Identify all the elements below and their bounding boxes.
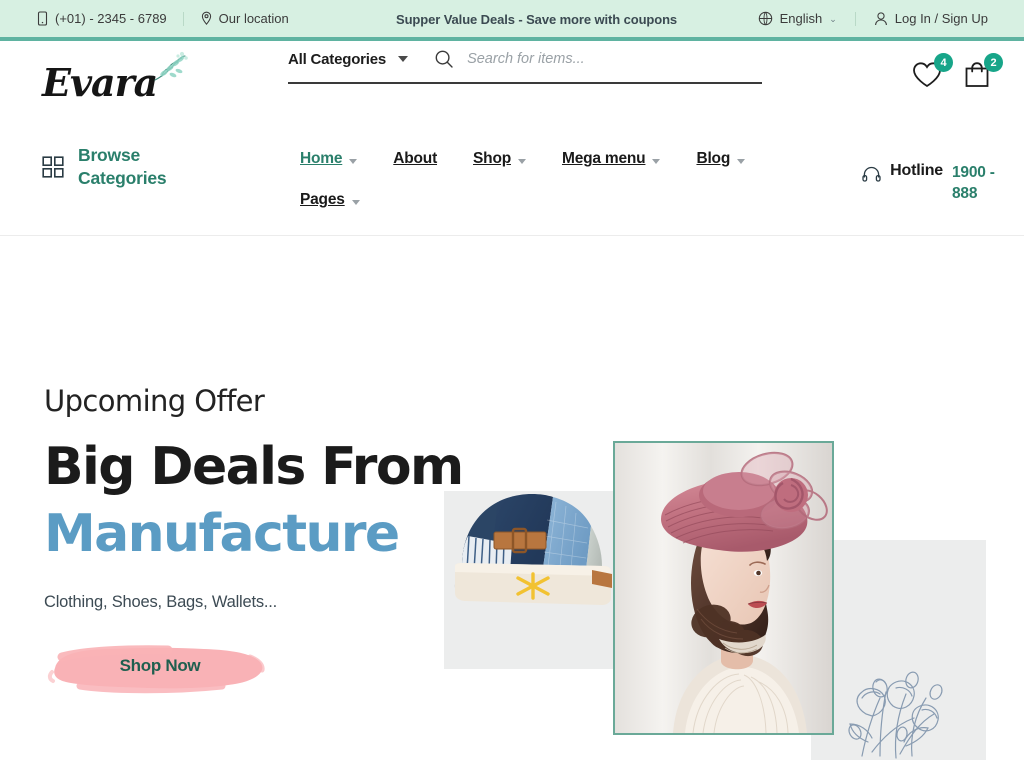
- hero-title-line-1: Big Deals From: [44, 437, 464, 497]
- hero-kicker: Upcoming Offer: [44, 384, 265, 418]
- mobile-icon: [36, 11, 49, 26]
- hero-title-line-2: Manufacture: [44, 503, 400, 564]
- nav-item-home[interactable]: Home: [282, 150, 375, 168]
- nav-item-shop-label: Shop: [473, 150, 511, 167]
- header-action-icons: 4 2: [912, 53, 1003, 94]
- nav-item-about-label: About: [393, 150, 438, 167]
- hero-subtitle: Clothing, Shoes, Bags, Wallets...: [44, 592, 278, 611]
- browse-categories-button[interactable]: Browse Categories: [42, 144, 170, 190]
- hotline-number: 1900 - 888: [952, 164, 995, 203]
- shop-now-button[interactable]: Shop Now: [44, 638, 274, 694]
- shop-now-label: Shop Now: [119, 655, 201, 675]
- logo-link[interactable]: Evara: [42, 49, 191, 102]
- nav-item-blog[interactable]: Blog: [678, 150, 763, 168]
- hero-banner: Upcoming Offer Big Deals From Manufactur…: [0, 236, 1024, 768]
- floral-hat-panel: [811, 540, 986, 760]
- nav-item-pages-label: Pages: [300, 191, 345, 208]
- hero-copy: Upcoming Offer Big Deals From Manufactur…: [44, 384, 464, 694]
- location-label: Our location: [218, 11, 289, 26]
- nav-item-mega-menu-label: Mega menu: [561, 150, 646, 167]
- globe-icon: [758, 11, 773, 26]
- leaf-branch-icon: [151, 49, 191, 94]
- caret-down-icon: [398, 56, 409, 62]
- nav-item-shop[interactable]: Shop: [455, 150, 544, 168]
- nav-item-blog-label: Blog: [696, 150, 731, 167]
- woman-hat-illustration: [615, 443, 832, 733]
- main-nav-row: Browse Categories Home About Shop Mega m…: [0, 126, 1024, 272]
- chevron-down-icon: [517, 158, 526, 164]
- promo-message: Supper Value Deals - Save more with coup…: [396, 12, 678, 27]
- search-icon[interactable]: [434, 49, 454, 69]
- wishlist-count-badge: 4: [934, 53, 953, 72]
- nav-item-home-label: Home: [300, 150, 343, 167]
- login-signup-label: Log In / Sign Up: [894, 11, 988, 26]
- login-signup-link[interactable]: Log In / Sign Up: [856, 11, 988, 26]
- nav-item-mega-menu[interactable]: Mega menu: [544, 150, 678, 168]
- language-selector[interactable]: English ⌄: [740, 11, 855, 26]
- user-icon: [874, 11, 888, 26]
- chevron-down-icon: ⌄: [829, 14, 837, 24]
- our-location-link[interactable]: Our location: [184, 11, 305, 26]
- chevron-down-icon: [349, 158, 358, 164]
- search-bar: All Categories: [288, 49, 762, 84]
- phone-link[interactable]: (+01) - 2345 - 6789: [36, 11, 183, 26]
- denim-cap-panel: [444, 491, 634, 669]
- hotline-block[interactable]: Hotline 1900 - 888: [862, 162, 998, 205]
- grid-icon: [42, 156, 64, 178]
- map-pin-icon: [200, 11, 213, 26]
- logo-text: Evara: [42, 60, 158, 105]
- woman-pink-sun-hat-image: [613, 441, 834, 735]
- nav-item-pages[interactable]: Pages: [282, 191, 378, 209]
- all-categories-label: All Categories: [288, 50, 387, 68]
- site-header: Evara All Categories Search for items...…: [0, 41, 1024, 126]
- top-bar-right-group: English ⌄ Log In / Sign Up: [740, 11, 988, 26]
- chevron-down-icon: [652, 158, 661, 164]
- chevron-down-icon: [351, 199, 360, 205]
- browse-categories-label: Browse Categories: [78, 145, 167, 189]
- language-label: English: [779, 11, 823, 26]
- headset-icon: [862, 165, 881, 184]
- hotline-label: Hotline: [890, 162, 943, 179]
- cart-button[interactable]: 2: [962, 53, 1003, 94]
- cart-count-badge: 2: [984, 53, 1003, 72]
- phone-number: (+01) - 2345 - 6789: [55, 11, 167, 26]
- search-input[interactable]: [467, 51, 762, 67]
- top-bar-left-group: (+01) - 2345 - 6789 Our location: [36, 11, 305, 26]
- all-categories-dropdown[interactable]: All Categories: [288, 50, 409, 68]
- chevron-down-icon: [737, 158, 746, 164]
- nav-item-about[interactable]: About: [375, 150, 455, 168]
- top-bar: (+01) - 2345 - 6789 Our location Supper …: [0, 0, 1024, 41]
- wishlist-button[interactable]: 4: [912, 53, 953, 94]
